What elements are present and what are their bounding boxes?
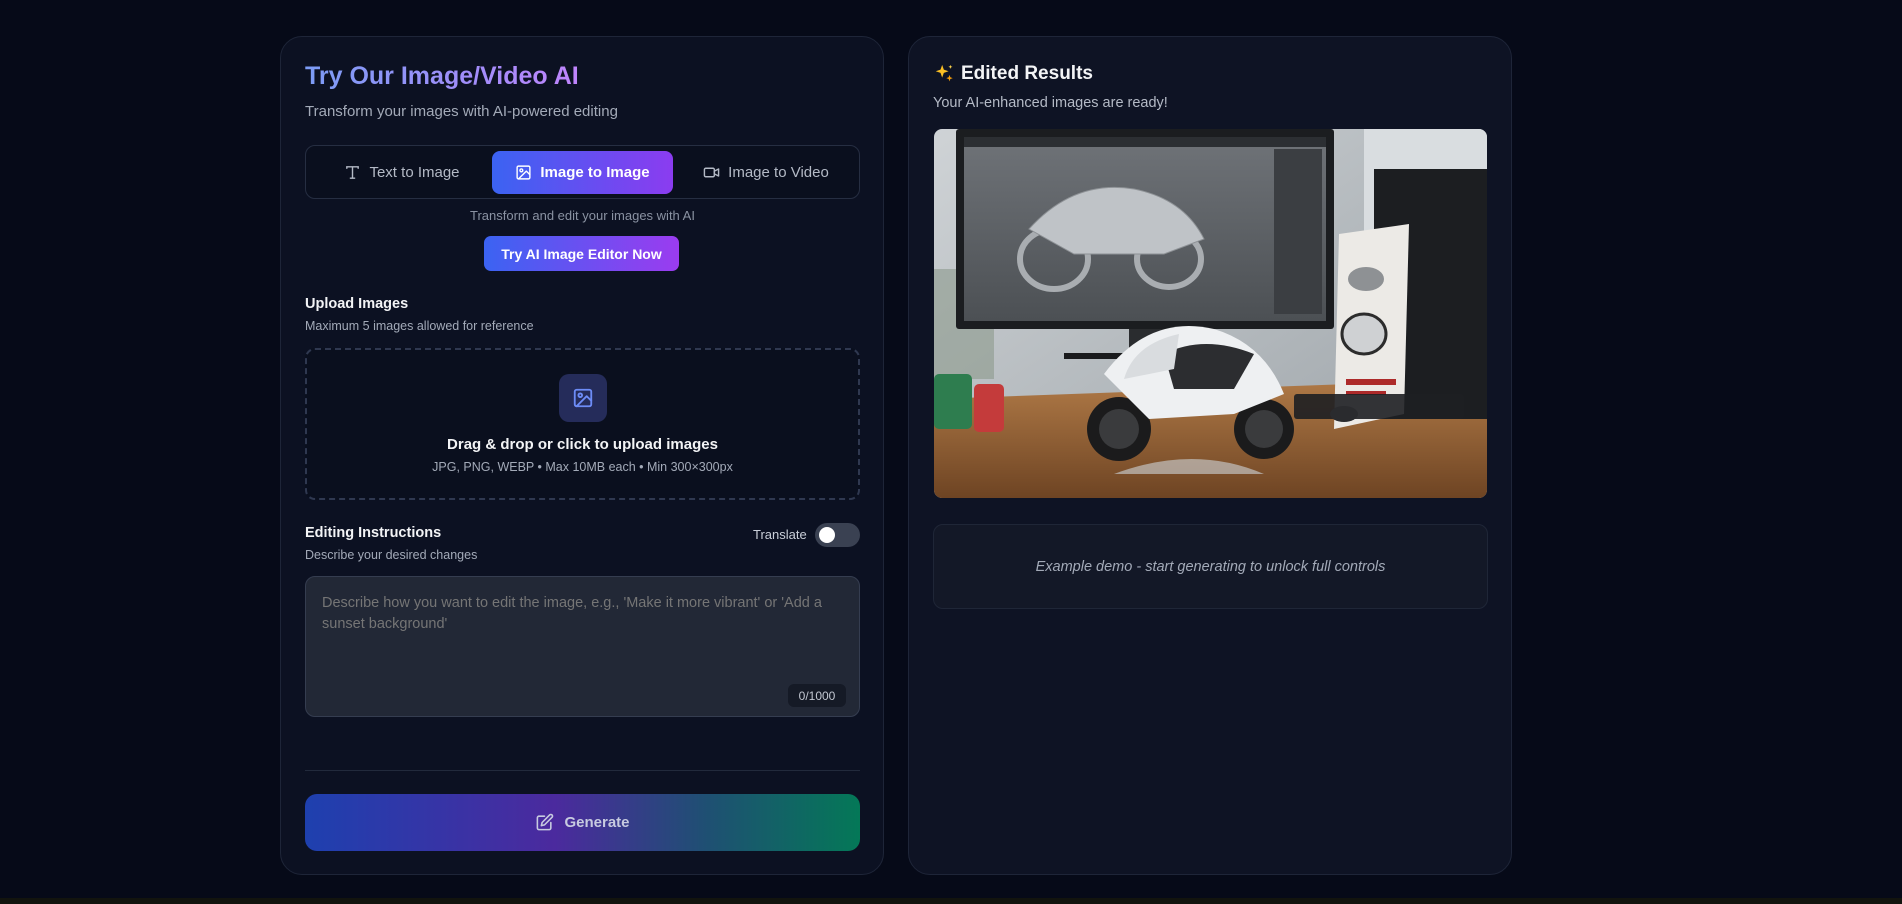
upload-image-icon [559, 374, 607, 422]
demo-note: Example demo - start generating to unloc… [933, 524, 1488, 609]
results-panel: Edited Results Your AI-enhanced images a… [908, 36, 1512, 875]
type-icon [346, 166, 360, 179]
edit-icon [537, 813, 554, 831]
char-counter: 0/1000 [788, 684, 846, 707]
sparkles-icon [935, 64, 953, 82]
instructions-subtitle: Describe your desired changes [305, 548, 478, 562]
upload-subtitle: Maximum 5 images allowed for reference [305, 319, 534, 333]
results-title-text: Edited Results [961, 63, 1093, 84]
translate-toggle[interactable] [815, 523, 860, 547]
video-icon [703, 167, 720, 178]
generate-label: Generate [564, 814, 630, 831]
divider [305, 770, 860, 771]
try-ai-editor-button[interactable]: Try AI Image Editor Now [484, 236, 679, 271]
editor-panel: Try Our Image/Video AI Transform your im… [280, 36, 884, 875]
result-image[interactable] [934, 129, 1487, 498]
results-title: Edited Results [933, 63, 1093, 85]
instructions-input[interactable] [305, 576, 860, 717]
upload-dropzone[interactable]: Drag & drop or click to upload images JP… [305, 348, 860, 500]
tab-hint: Transform and edit your images with AI [470, 208, 695, 223]
generate-button[interactable]: Generate [305, 794, 860, 851]
page-title: Try Our Image/Video AI [305, 62, 579, 90]
mode-tabs: Text to Image Image to Image Image to Vi… [305, 145, 860, 199]
results-subtitle: Your AI-enhanced images are ready! [933, 95, 1168, 111]
tab-text-to-image[interactable]: Text to Image [312, 151, 492, 194]
upload-title: Upload Images [305, 296, 409, 312]
instructions-title: Editing Instructions [305, 525, 442, 541]
tab-label: Text to Image [369, 164, 460, 181]
dropzone-title: Drag & drop or click to upload images [447, 436, 718, 453]
translate-label: Translate [753, 527, 807, 542]
tab-label: Image to Image [540, 164, 650, 181]
dropzone-hint: JPG, PNG, WEBP • Max 10MB each • Min 300… [432, 460, 733, 474]
tab-label: Image to Video [728, 164, 829, 181]
bottom-strip [0, 898, 1902, 904]
toggle-knob [819, 527, 835, 543]
page-subtitle: Transform your images with AI-powered ed… [305, 103, 618, 120]
image-icon [516, 165, 531, 180]
tab-image-to-image[interactable]: Image to Image [492, 151, 673, 194]
tab-image-to-video[interactable]: Image to Video [675, 151, 857, 194]
